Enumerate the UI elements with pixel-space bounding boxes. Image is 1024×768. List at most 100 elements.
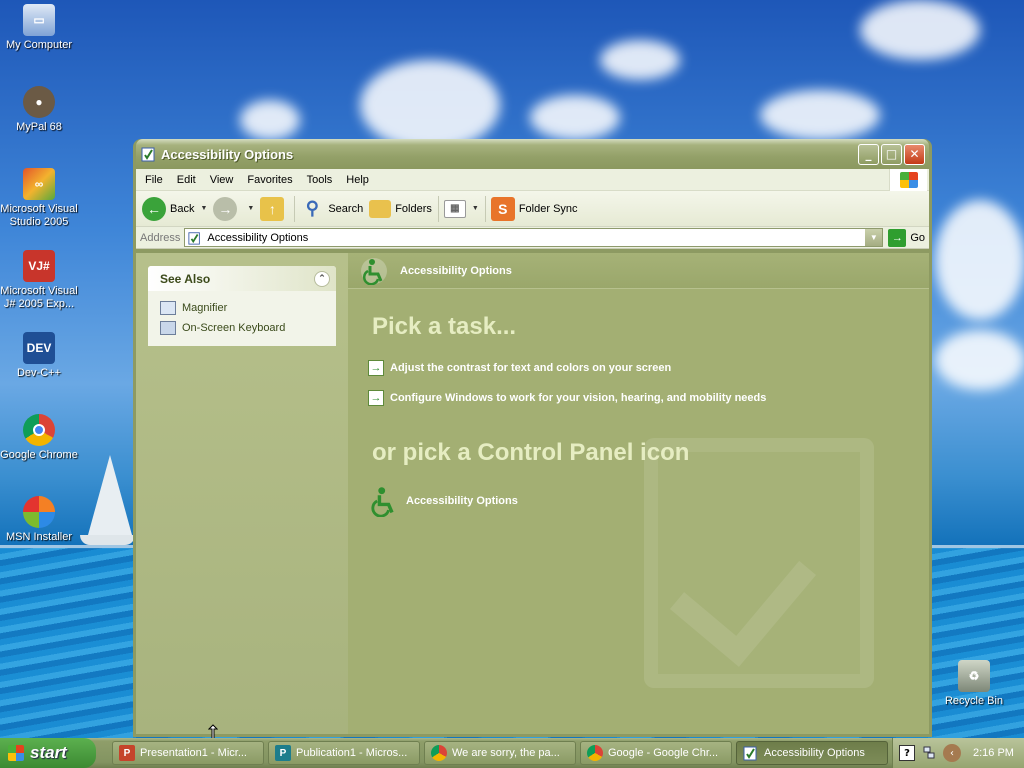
control-panel-icon xyxy=(141,147,155,162)
forward-button[interactable]: → ▼ xyxy=(213,195,254,223)
desktop-icon-recycle-bin[interactable]: ♻ Recycle Bin xyxy=(935,660,1013,708)
cloud xyxy=(360,60,500,150)
windows-logo-icon xyxy=(8,745,24,761)
taskbar-button-label: We are sorry, the pa... xyxy=(452,747,560,759)
task-arrow-icon: → xyxy=(368,360,384,376)
system-tray: ? ‹ 2:16 PM xyxy=(892,738,1024,768)
sailboat-hull xyxy=(80,535,135,545)
menu-file[interactable]: File xyxy=(138,174,170,186)
menu-edit[interactable]: Edit xyxy=(170,174,203,186)
desktop-icon-chrome[interactable]: Google Chrome xyxy=(0,414,78,462)
chevron-down-icon[interactable]: ▼ xyxy=(200,205,207,212)
desktop-icon-devcpp[interactable]: DEV Dev-C++ xyxy=(0,332,78,380)
desktop-icon-label: Microsoft Visual J# 2005 Exp... xyxy=(0,285,78,310)
taskbar-button-google-chrome[interactable]: Google - Google Chr... xyxy=(580,741,732,765)
address-bar: Address Accessibility Options ▼ → Go xyxy=(136,227,929,249)
control-panel-icon xyxy=(743,746,757,761)
see-also-header[interactable]: See Also ⌃ xyxy=(148,266,336,291)
minimize-button[interactable]: _ xyxy=(858,143,879,165)
link-magnifier[interactable]: Magnifier xyxy=(160,298,326,318)
task-configure-windows[interactable]: → Configure Windows to work for your vis… xyxy=(368,390,766,406)
task-adjust-contrast[interactable]: → Adjust the contrast for text and color… xyxy=(368,360,671,376)
chrome-icon xyxy=(587,745,603,761)
taskbar-button-publication[interactable]: P Publication1 - Micros... xyxy=(268,741,420,765)
close-button[interactable]: ✕ xyxy=(904,143,925,165)
menu-favorites[interactable]: Favorites xyxy=(240,174,299,186)
views-button[interactable]: ▦ ▼ xyxy=(443,195,479,223)
magnifier-icon xyxy=(160,301,176,315)
help-icon[interactable]: ? xyxy=(899,745,915,761)
folder-sync-button[interactable]: S Folder Sync xyxy=(490,195,578,223)
powerpoint-icon: P xyxy=(119,745,135,761)
menu-tools[interactable]: Tools xyxy=(300,174,340,186)
go-button[interactable]: → Go xyxy=(888,228,925,247)
search-label: Search xyxy=(328,202,364,215)
cloud xyxy=(600,40,680,80)
menu-help[interactable]: Help xyxy=(339,174,376,186)
desktop-icon-visual-jsharp[interactable]: VJ# Microsoft Visual J# 2005 Exp... xyxy=(0,250,78,311)
chrome-icon xyxy=(23,414,55,446)
menu-view[interactable]: View xyxy=(203,174,241,186)
keyboard-icon xyxy=(160,321,176,335)
collapse-icon[interactable]: ⌃ xyxy=(314,270,330,287)
task-label: Configure Windows to work for your visio… xyxy=(390,392,767,404)
folder-up-icon: ↑ xyxy=(260,196,285,221)
chevron-down-icon[interactable]: ▼ xyxy=(472,205,479,212)
forward-arrow-icon: → xyxy=(213,196,238,221)
publisher-icon: P xyxy=(275,745,291,761)
taskbar-button-chrome-sorry[interactable]: We are sorry, the pa... xyxy=(424,741,576,765)
control-panel-icon xyxy=(188,231,201,245)
maximize-button[interactable]: □ xyxy=(881,143,902,165)
link-label: On-Screen Keyboard xyxy=(182,322,286,334)
content-area: See Also ⌃ Magnifier On-Screen Keyboard xyxy=(136,253,929,734)
up-button[interactable]: ↑ xyxy=(260,195,288,223)
chrome-icon xyxy=(431,745,447,761)
visual-studio-icon: ∞ xyxy=(23,168,55,200)
taskbar-button-label: Presentation1 - Micr... xyxy=(140,747,247,759)
search-icon: ⚲ xyxy=(305,198,319,218)
taskbar-button-label: Publication1 - Micros... xyxy=(296,747,408,759)
chevron-down-icon[interactable]: ▼ xyxy=(865,229,883,246)
pick-icon-heading: or pick a Control Panel icon xyxy=(372,439,690,466)
toolbar-separator xyxy=(437,195,439,222)
back-button[interactable]: ← Back ▼ xyxy=(142,195,207,223)
see-also-panel: See Also ⌃ Magnifier On-Screen Keyboard xyxy=(148,266,336,346)
category-banner: Accessibility Options xyxy=(348,253,929,289)
title-bar[interactable]: Accessibility Options _ □ ✕ xyxy=(136,139,929,169)
link-on-screen-keyboard[interactable]: On-Screen Keyboard xyxy=(160,318,326,338)
taskbar-button-accessibility-options[interactable]: Accessibility Options xyxy=(736,741,888,765)
back-arrow-icon: ← xyxy=(142,196,166,221)
accessibility-options-window: Accessibility Options _ □ ✕ File Edit Vi… xyxy=(133,139,932,737)
start-button[interactable]: start xyxy=(0,738,96,768)
desktop-icon-mypal[interactable]: ● MyPal 68 xyxy=(0,86,78,134)
desktop-icon-label: Dev-C++ xyxy=(16,367,62,379)
search-button[interactable]: ⚲ Search xyxy=(300,195,363,223)
task-pane: See Also ⌃ Magnifier On-Screen Keyboard xyxy=(136,253,348,734)
see-also-title: See Also xyxy=(160,271,211,286)
accessibility-icon xyxy=(361,257,387,285)
folder-sync-icon: S xyxy=(490,196,515,221)
desktop-icon-label: Google Chrome xyxy=(0,449,78,461)
address-input[interactable]: Accessibility Options ▼ xyxy=(184,228,884,247)
network-icon[interactable] xyxy=(923,746,935,760)
desktop-icon-visual-studio[interactable]: ∞ Microsoft Visual Studio 2005 xyxy=(0,168,78,229)
address-value: Accessibility Options xyxy=(207,231,309,244)
chevron-left-icon[interactable]: ‹ xyxy=(943,744,961,762)
cloud xyxy=(240,100,300,140)
my-computer-icon: ▭ xyxy=(23,4,55,36)
cloud xyxy=(935,330,1024,390)
taskbar-button-label: Google - Google Chr... xyxy=(608,747,719,759)
control-panel-item-accessibility[interactable]: Accessibility Options xyxy=(368,485,518,517)
clock[interactable]: 2:16 PM xyxy=(973,747,1014,759)
chevron-down-icon[interactable]: ▼ xyxy=(247,205,254,212)
control-panel-item-label: Accessibility Options xyxy=(406,495,518,507)
desktop-icon-msn[interactable]: MSN Installer xyxy=(0,496,78,544)
desktop-icon-label: MyPal 68 xyxy=(16,121,62,133)
views-icon: ▦ xyxy=(443,199,466,218)
taskbar: start P Presentation1 - Micr... P Public… xyxy=(0,738,1024,768)
folders-button[interactable]: Folders xyxy=(369,195,432,223)
desktop-icon-my-computer[interactable]: ▭ My Computer xyxy=(0,4,78,52)
task-label: Adjust the contrast for text and colors … xyxy=(390,362,672,374)
taskbar-button-presentation[interactable]: P Presentation1 - Micr... xyxy=(112,741,264,765)
watermark-icon xyxy=(644,438,874,688)
